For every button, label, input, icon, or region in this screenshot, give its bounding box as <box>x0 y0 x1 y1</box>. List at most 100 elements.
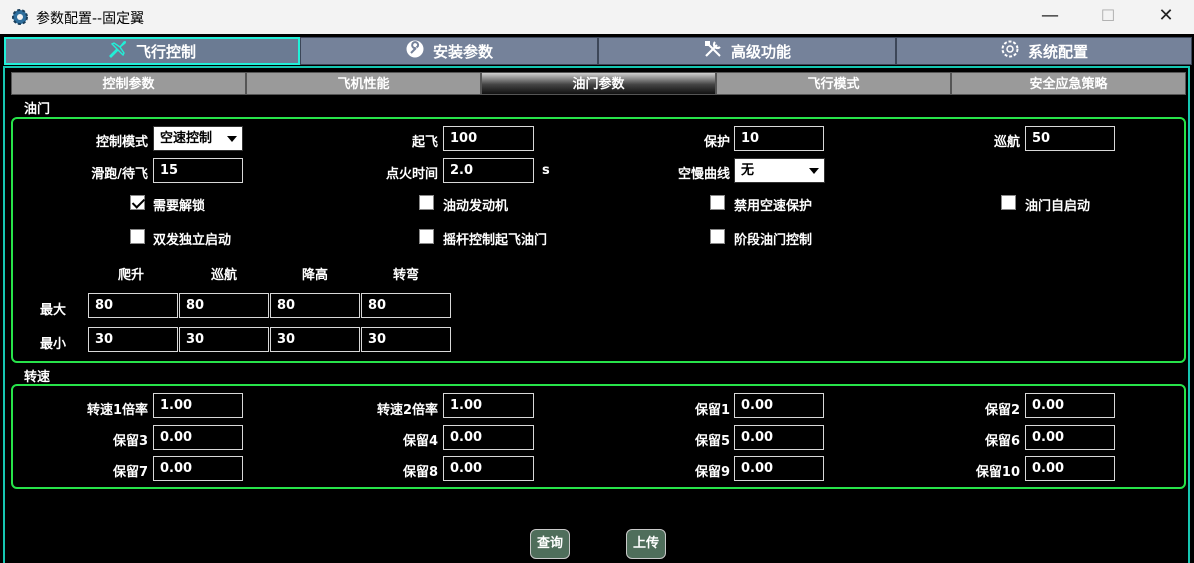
ignition-time-label: 点火时间 <box>385 167 438 182</box>
max-turn-input[interactable]: 80 <box>361 293 451 318</box>
reserve9-label: 保留9 <box>694 465 730 480</box>
min-cruise-input[interactable]: 30 <box>179 327 269 352</box>
main-tab-bar: 飞行控制 安装参数 高级功能 系统配置 <box>2 37 1192 67</box>
reserve3-input[interactable]: 0.00 <box>153 425 243 450</box>
window-title: 参数配置--固定翼 <box>36 11 145 27</box>
fuel-engine-label: 油动发动机 <box>443 199 509 214</box>
app-gear-icon <box>10 7 30 27</box>
reserve5-input[interactable]: 0.00 <box>734 425 824 450</box>
subtab-throttle-params[interactable]: 油门参数 <box>481 72 716 95</box>
reserve1-label: 保留1 <box>694 403 730 418</box>
tab-flight-control[interactable]: 飞行控制 <box>4 37 300 65</box>
stick-takeoff-throttle-label: 摇杆控制起飞油门 <box>443 233 548 248</box>
reserve5-label: 保留5 <box>694 434 730 449</box>
rpm-section-title: 转速 <box>24 370 51 385</box>
fuel-engine-checkbox[interactable] <box>419 195 434 210</box>
takeoff-input[interactable]: 100 <box>443 126 534 151</box>
column-header-descend: 降高 <box>302 268 329 283</box>
idle-curve-select[interactable]: 无 <box>734 158 825 183</box>
rpm2-ratio-label: 转速2倍率 <box>376 403 438 418</box>
column-header-climb: 爬升 <box>118 268 145 283</box>
stick-takeoff-throttle-checkbox[interactable] <box>419 229 434 244</box>
ignition-time-unit: s <box>542 163 550 178</box>
require-unlock-label: 需要解锁 <box>153 199 206 214</box>
reserve10-input[interactable]: 0.00 <box>1025 456 1115 481</box>
taxi-standby-input[interactable]: 15 <box>153 158 243 183</box>
query-button[interactable]: 查询 <box>530 529 570 559</box>
subtab-flight-modes[interactable]: 飞行模式 <box>716 72 951 95</box>
idle-curve-label: 空慢曲线 <box>677 167 730 182</box>
max-descend-input[interactable]: 80 <box>270 293 360 318</box>
rpm1-ratio-input[interactable]: 1.00 <box>153 393 243 418</box>
idle-curve-value: 无 <box>741 163 755 178</box>
reserve8-input[interactable]: 0.00 <box>443 456 534 481</box>
reserve6-input[interactable]: 0.00 <box>1025 425 1115 450</box>
throttle-section-title: 油门 <box>24 102 51 117</box>
protect-label: 保护 <box>703 135 730 150</box>
max-climb-input[interactable]: 80 <box>88 293 178 318</box>
stage-throttle-checkbox[interactable] <box>710 229 725 244</box>
reserve9-input[interactable]: 0.00 <box>734 456 824 481</box>
column-header-turn: 转弯 <box>393 268 420 283</box>
require-unlock-checkbox[interactable] <box>130 195 146 210</box>
reserve8-label: 保留8 <box>402 465 438 480</box>
tab-label: 高级功能 <box>730 42 791 61</box>
throttle-autostart-label: 油门自启动 <box>1025 199 1091 214</box>
column-header-cruise: 巡航 <box>211 268 238 283</box>
reserve3-label: 保留3 <box>112 434 148 449</box>
control-mode-value: 空速控制 <box>160 131 213 146</box>
twin-engine-start-label: 双发独立启动 <box>153 233 232 248</box>
tab-label: 系统配置 <box>1027 42 1088 61</box>
subtab-control-params[interactable]: 控制参数 <box>11 72 246 95</box>
control-mode-select[interactable]: 空速控制 <box>153 126 243 151</box>
throttle-autostart-checkbox[interactable] <box>1001 195 1016 210</box>
cruise-input[interactable]: 50 <box>1025 126 1115 151</box>
rpm1-ratio-label: 转速1倍率 <box>86 403 148 418</box>
reserve2-input[interactable]: 0.00 <box>1025 393 1115 418</box>
tab-advanced[interactable]: 高级功能 <box>598 37 896 65</box>
chevron-down-icon <box>227 136 237 142</box>
reserve1-input[interactable]: 0.00 <box>734 393 824 418</box>
min-descend-input[interactable]: 30 <box>270 327 360 352</box>
min-turn-input[interactable]: 30 <box>361 327 451 352</box>
checkmark-icon <box>131 195 146 209</box>
subtab-aircraft-performance[interactable]: 飞机性能 <box>246 72 481 95</box>
reserve10-label: 保留10 <box>975 465 1020 480</box>
ignition-time-input[interactable]: 2.0 <box>443 158 534 183</box>
disable-airspeed-protect-label: 禁用空速保护 <box>734 199 813 214</box>
taxi-standby-label: 滑跑/待飞 <box>91 167 148 182</box>
minimize-button[interactable]: — <box>1022 0 1078 34</box>
reserve4-input[interactable]: 0.00 <box>443 425 534 450</box>
tab-install-params[interactable]: 安装参数 <box>300 37 598 65</box>
rpm2-ratio-input[interactable]: 1.00 <box>443 393 534 418</box>
twin-engine-start-checkbox[interactable] <box>130 229 145 244</box>
upload-button[interactable]: 上传 <box>626 529 666 559</box>
takeoff-label: 起飞 <box>411 135 438 150</box>
wrench-circle-icon <box>405 39 425 63</box>
tab-label: 安装参数 <box>432 42 493 61</box>
stage-throttle-label: 阶段油门控制 <box>734 233 813 248</box>
tab-label: 飞行控制 <box>135 42 196 61</box>
chevron-down-icon <box>809 168 819 174</box>
min-climb-input[interactable]: 30 <box>88 327 178 352</box>
reserve4-label: 保留4 <box>402 434 438 449</box>
title-bar: 参数配置--固定翼 — ☐ ✕ <box>0 0 1194 34</box>
cruise-label: 巡航 <box>993 135 1020 150</box>
control-mode-label: 控制模式 <box>95 135 148 150</box>
reserve7-input[interactable]: 0.00 <box>153 456 243 481</box>
row-label-max: 最大 <box>40 303 67 318</box>
reserve2-label: 保留2 <box>984 403 1020 418</box>
airplane-icon <box>108 39 128 63</box>
max-cruise-input[interactable]: 80 <box>179 293 269 318</box>
maximize-button[interactable]: ☐ <box>1080 0 1136 34</box>
tab-system-config[interactable]: 系统配置 <box>896 37 1192 65</box>
reserve7-label: 保留7 <box>112 465 148 480</box>
reserve6-label: 保留6 <box>984 434 1020 449</box>
disable-airspeed-protect-checkbox[interactable] <box>710 195 725 210</box>
protect-input[interactable]: 10 <box>734 126 824 151</box>
gear-icon <box>1000 39 1020 63</box>
subtab-safety-strategy[interactable]: 安全应急策略 <box>951 72 1186 95</box>
close-button[interactable]: ✕ <box>1138 0 1194 34</box>
row-label-min: 最小 <box>40 337 67 352</box>
tools-icon <box>703 39 723 63</box>
